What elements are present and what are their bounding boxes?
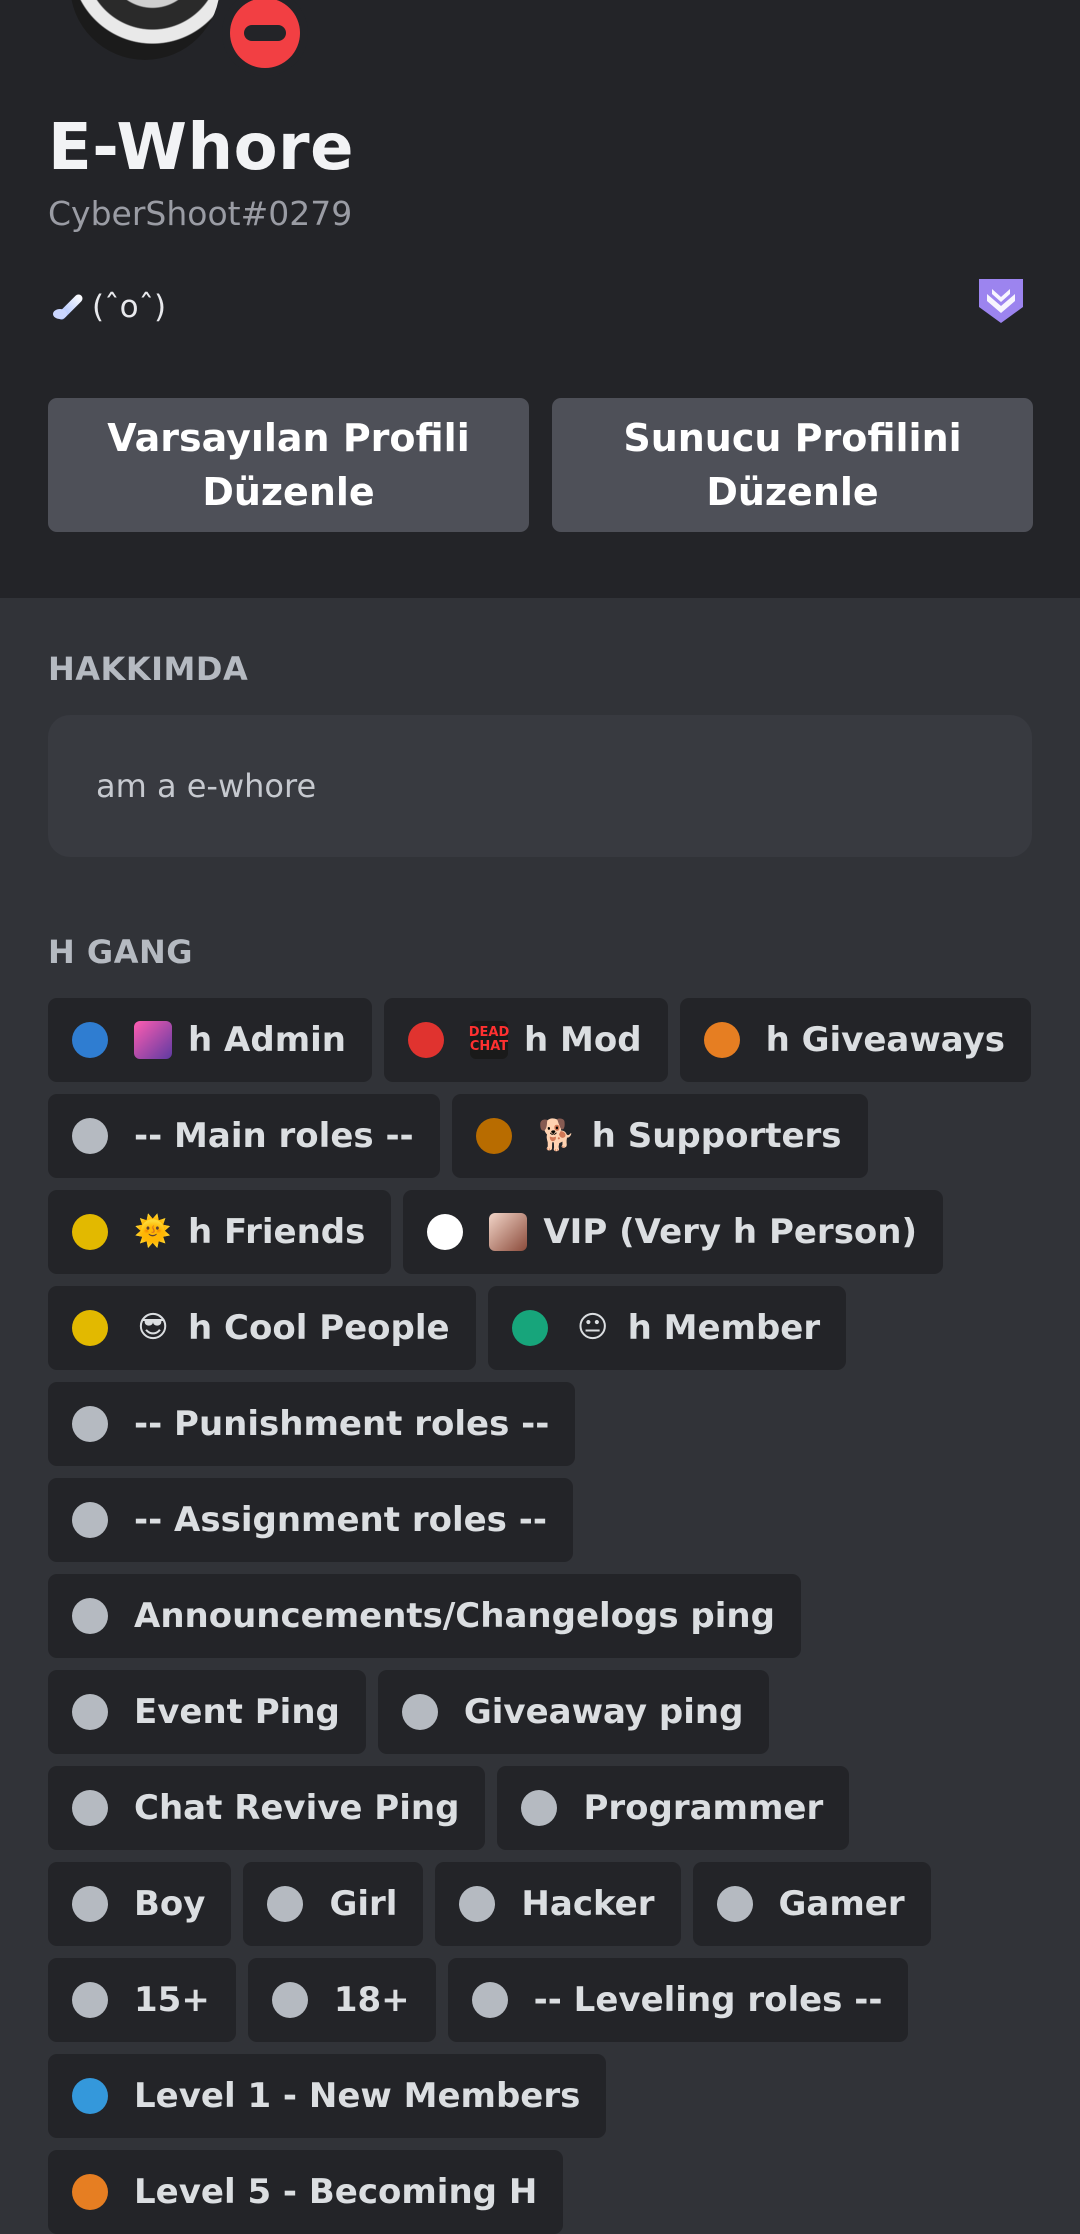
dnd-status-icon <box>222 0 308 76</box>
role-chip[interactable]: Event Ping <box>48 1670 366 1754</box>
role-name: h Member <box>627 1308 821 1348</box>
role-chip[interactable]: 😐 h Member <box>487 1286 847 1370</box>
role-chip[interactable]: Level 1 - New Members <box>48 2054 607 2138</box>
about-me-box: am a e-whore <box>48 715 1032 857</box>
role-color-dot <box>72 1694 108 1730</box>
role-name: Chat Revive Ping <box>134 1788 460 1828</box>
profile-header: E-Whore CyberShoot#0279 (ˆoˆ) Varsayılan… <box>0 0 1080 598</box>
role-name: Girl <box>329 1884 398 1924</box>
role-name: h Mod <box>523 1020 642 1060</box>
role-color-dot <box>72 1406 108 1442</box>
role-color-dot <box>72 1214 108 1250</box>
role-name: Event Ping <box>134 1692 340 1732</box>
role-color-dot <box>72 1598 108 1634</box>
role-name: h Cool People <box>188 1308 450 1348</box>
role-name: Gamer <box>778 1884 905 1924</box>
role-chip[interactable]: -- Assignment roles -- <box>48 1478 573 1562</box>
role-chip[interactable]: 🌞 h Friends <box>48 1190 392 1274</box>
role-chip[interactable]: 18+ <box>247 1958 436 2042</box>
server-roles-title: H GANG <box>48 933 193 971</box>
role-color-dot <box>72 1790 108 1826</box>
meme-face-icon: 😐 <box>576 1310 609 1345</box>
hypesquad-badge-icon[interactable] <box>977 276 1025 326</box>
role-chip[interactable]: h Admin <box>48 998 372 1082</box>
role-color-dot <box>427 1214 464 1250</box>
person-photo-icon <box>489 1213 528 1251</box>
role-color-dot <box>72 1982 108 2018</box>
role-chip[interactable]: 15+ <box>48 1958 236 2042</box>
dead-chat-icon: DEAD CHAT <box>469 1021 509 1059</box>
username: CyberShoot#0279 <box>48 194 353 233</box>
role-color-dot <box>703 1022 740 1058</box>
role-name: Announcements/Changelogs ping <box>134 1596 775 1636</box>
role-name: -- Punishment roles -- <box>134 1404 550 1444</box>
role-name: Programmer <box>583 1788 824 1828</box>
role-name: h Supporters <box>591 1116 842 1156</box>
role-chip[interactable]: Announcements/Changelogs ping <box>48 1574 801 1658</box>
role-name: Boy <box>134 1884 206 1924</box>
role-color-dot <box>407 1022 444 1058</box>
role-name: h Friends <box>188 1212 366 1252</box>
comet-emoji-icon <box>50 289 86 325</box>
role-chip[interactable]: Giveaway ping <box>377 1670 770 1754</box>
role-color-dot <box>72 1310 108 1346</box>
doge-icon: 🐕 <box>537 1118 576 1153</box>
role-chip[interactable]: 😎 h Cool People <box>48 1286 476 1370</box>
about-me-text: am a e-whore <box>96 767 317 805</box>
display-name: E-Whore <box>48 111 354 185</box>
role-name: Level 5 - Becoming H <box>134 2172 538 2212</box>
role-color-dot <box>521 1790 558 1826</box>
role-name: 18+ <box>333 1980 410 2020</box>
role-chip[interactable]: -- Leveling roles -- <box>447 1958 909 2042</box>
role-name: Giveaway ping <box>463 1692 744 1732</box>
about-me-title: HAKKIMDA <box>48 650 249 688</box>
purple-avatar-icon <box>134 1021 172 1059</box>
avatar[interactable] <box>70 0 220 60</box>
edit-default-profile-button[interactable]: Varsayılan Profili Düzenle <box>48 398 529 532</box>
role-color-dot <box>271 1982 308 2018</box>
role-name: Hacker <box>521 1884 655 1924</box>
role-name: -- Leveling roles -- <box>533 1980 883 2020</box>
role-color-dot <box>401 1694 438 1730</box>
roles-list: h Admin DEAD CHAT h Mod h Giveaways -- Main … <box>48 998 1032 2234</box>
role-chip[interactable]: Boy <box>48 1862 232 1946</box>
role-chip[interactable]: DEAD CHAT h Mod <box>383 998 668 1082</box>
role-name: VIP (Very h Person) <box>543 1212 918 1252</box>
sunglasses-face-icon: 😎 <box>137 1310 169 1345</box>
role-name: Level 1 - New Members <box>134 2076 581 2116</box>
role-color-dot <box>716 1886 753 1922</box>
edit-server-profile-button[interactable]: Sunucu Profilini Düzenle <box>552 398 1033 532</box>
role-name: h Giveaways <box>765 1020 1006 1060</box>
role-color-dot <box>72 1022 108 1058</box>
role-color-dot <box>459 1886 496 1922</box>
role-name: -- Assignment roles -- <box>134 1500 547 1540</box>
role-color-dot <box>72 1502 108 1538</box>
role-color-dot <box>72 1886 108 1922</box>
role-name: 15+ <box>134 1980 210 2020</box>
role-color-dot <box>511 1310 548 1346</box>
role-chip[interactable]: Girl <box>243 1862 424 1946</box>
role-name: h Admin <box>188 1020 346 1060</box>
role-chip[interactable]: VIP (Very h Person) <box>403 1190 944 1274</box>
role-color-dot <box>267 1886 304 1922</box>
custom-status-text: (ˆoˆ) <box>92 289 167 325</box>
custom-status: (ˆoˆ) <box>50 285 166 329</box>
role-chip[interactable]: h Giveaways <box>679 998 1032 1082</box>
role-color-dot <box>72 1118 108 1154</box>
role-chip[interactable]: Programmer <box>497 1766 850 1850</box>
role-chip[interactable]: -- Punishment roles -- <box>48 1382 576 1466</box>
role-chip[interactable]: 🐕 h Supporters <box>451 1094 868 1178</box>
sun-face-icon: 🌞 <box>134 1214 172 1249</box>
role-chip[interactable]: Gamer <box>692 1862 931 1946</box>
role-name: -- Main roles -- <box>134 1116 414 1156</box>
role-chip[interactable]: Level 5 - Becoming H <box>48 2150 564 2234</box>
role-chip[interactable]: -- Main roles -- <box>48 1094 440 1178</box>
role-chip[interactable]: Hacker <box>435 1862 681 1946</box>
role-color-dot <box>475 1118 512 1154</box>
role-color-dot <box>72 2078 108 2114</box>
role-color-dot <box>471 1982 508 2018</box>
role-chip[interactable]: Chat Revive Ping <box>48 1766 486 1850</box>
role-color-dot <box>72 2174 108 2210</box>
